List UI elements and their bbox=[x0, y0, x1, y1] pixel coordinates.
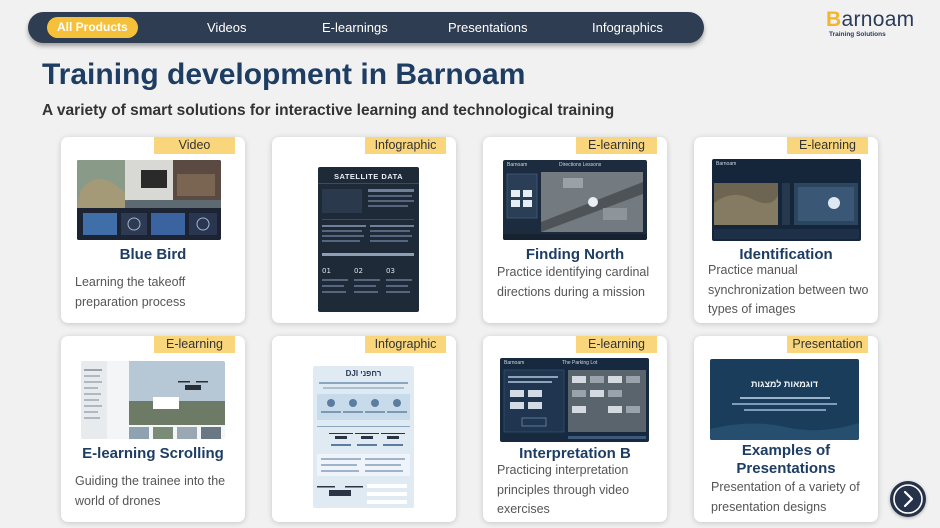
logo-name-rest: arnoam bbox=[841, 8, 915, 31]
product-card-blue-bird[interactable]: Video Blue Bird Learning the takeoff pre… bbox=[61, 137, 245, 323]
page-title: Training development in Barnoam bbox=[42, 58, 526, 91]
category-nav: All Products Videos E-learnings Presenta… bbox=[28, 12, 704, 43]
card-description: Guiding the trainee into the world of dr… bbox=[75, 474, 226, 508]
satellite-images-image bbox=[714, 183, 859, 239]
card-description: Practicing interpretation principles thr… bbox=[497, 463, 630, 516]
satellite-infographic-thumbnail: SATELLITE DATA 01 02 03 bbox=[318, 167, 419, 312]
nav-tab-infographics[interactable]: Infographics bbox=[592, 12, 663, 43]
presentation-slide-image bbox=[710, 397, 859, 440]
card-tag: E-learning bbox=[154, 336, 235, 353]
nav-tab-videos[interactable]: Videos bbox=[207, 12, 247, 43]
logo-letter: B bbox=[826, 8, 842, 31]
card-description: Practice manual synchronization between … bbox=[708, 263, 869, 316]
chevron-right-icon bbox=[893, 484, 923, 514]
card-title: E-learning Scrolling bbox=[82, 445, 224, 462]
card-description: Presentation of a variety of presentatio… bbox=[711, 480, 860, 514]
product-card-presentations[interactable]: Presentation דוגמאות למצגות Examples of … bbox=[694, 336, 878, 522]
card-title: Finding North bbox=[525, 246, 625, 263]
nav-tab-all-products[interactable]: All Products bbox=[47, 17, 138, 38]
blue-bird-thumbnail bbox=[77, 160, 221, 240]
product-card-finding-north[interactable]: E-learning Barnoam Directions Lessons Fi… bbox=[483, 137, 667, 323]
aerial-map-image bbox=[503, 172, 647, 240]
card-description: Learning the takeoff preparation process bbox=[75, 275, 186, 309]
interpretation-b-thumbnail: Barnoam The Parking Lot Continue bbox=[500, 358, 649, 442]
card-description: Practice identifying cardinal directions… bbox=[497, 265, 650, 299]
product-card-interpretation-b[interactable]: E-learning Barnoam The Parking Lot Conti… bbox=[483, 336, 667, 522]
product-card-dji-infographic[interactable]: Infographic DJI רחפני bbox=[272, 336, 456, 522]
drone-course-image bbox=[81, 361, 225, 439]
drone-infographic-image bbox=[317, 382, 410, 504]
presentations-thumbnail: דוגמאות למצגות bbox=[710, 359, 859, 440]
parking-lot-video-image bbox=[503, 369, 646, 439]
next-page-button[interactable] bbox=[890, 481, 926, 517]
cockpit-video-image bbox=[77, 160, 221, 240]
product-card-elearning-scrolling[interactable]: E-learning E-learning Scrolling Guiding … bbox=[61, 336, 245, 522]
product-card-satellite-infographic[interactable]: Infographic SATELLITE DATA 01 02 03 bbox=[272, 137, 456, 323]
card-tag: Video bbox=[154, 137, 235, 154]
nav-tab-presentations[interactable]: Presentations bbox=[448, 12, 528, 43]
nav-tab-elearnings[interactable]: E-learnings bbox=[322, 12, 388, 43]
infographic-body-image: 01 02 03 bbox=[318, 183, 419, 293]
card-tag: E-learning bbox=[576, 336, 657, 353]
logo-tagline: Training Solutions bbox=[829, 31, 886, 38]
svg-text:02: 02 bbox=[354, 267, 363, 275]
finding-north-thumbnail: Barnoam Directions Lessons bbox=[503, 160, 647, 240]
product-card-identification[interactable]: E-learning Barnoam Identification Practi… bbox=[694, 137, 878, 323]
dji-infographic-thumbnail: DJI רחפני bbox=[313, 366, 414, 508]
card-title: Examples of Presentations bbox=[736, 442, 836, 477]
page-subtitle: A variety of smart solutions for interac… bbox=[42, 102, 615, 119]
card-tag: Infographic bbox=[365, 137, 446, 154]
svg-text:03: 03 bbox=[386, 267, 395, 275]
card-tag: E-learning bbox=[787, 137, 868, 154]
card-tag: E-learning bbox=[576, 137, 657, 154]
card-tag: Infographic bbox=[365, 336, 446, 353]
card-title: Blue Bird bbox=[119, 246, 187, 263]
barnoam-logo[interactable]: Barnoam Training Solutions bbox=[826, 8, 926, 40]
svg-text:01: 01 bbox=[322, 267, 331, 275]
logo-wordmark: Barnoam bbox=[826, 8, 914, 32]
identification-thumbnail: Barnoam bbox=[712, 159, 861, 241]
card-tag: Presentation bbox=[787, 336, 868, 353]
elearning-scrolling-thumbnail bbox=[81, 361, 225, 439]
